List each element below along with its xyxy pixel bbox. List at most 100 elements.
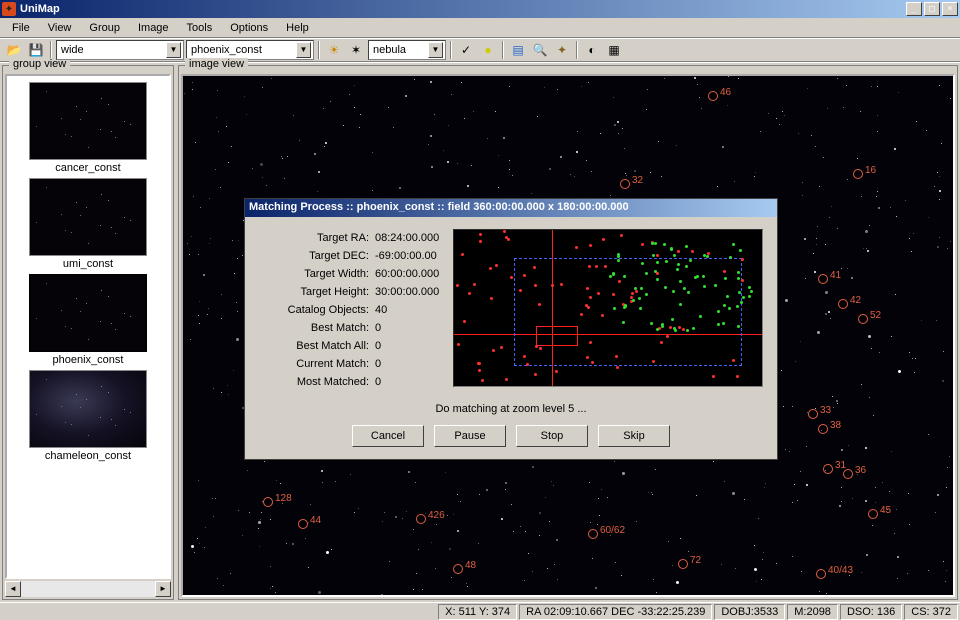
- star: [461, 82, 462, 83]
- image-select[interactable]: phoenix_const ▼: [186, 40, 314, 60]
- skip-button[interactable]: Skip: [598, 425, 670, 447]
- star: [894, 533, 895, 534]
- star: [913, 233, 914, 234]
- image-point: [555, 370, 558, 373]
- catalog-point: [624, 304, 627, 307]
- sun-icon-button[interactable]: ☀: [324, 40, 344, 60]
- star: [221, 294, 222, 295]
- minimize-button[interactable]: _: [906, 2, 922, 16]
- star: [213, 388, 214, 389]
- star: [198, 254, 199, 255]
- list-item[interactable]: umi_const: [29, 178, 147, 270]
- group-view-title: group view: [9, 58, 70, 72]
- star: [813, 253, 814, 254]
- object-label: 426: [428, 510, 445, 521]
- close-button[interactable]: ×: [942, 2, 958, 16]
- star: [418, 549, 419, 550]
- dialog-row-label: Target Width:: [259, 268, 375, 280]
- image-point: [589, 244, 592, 247]
- check-button[interactable]: ✓: [456, 40, 476, 60]
- catalog-point: [613, 307, 616, 310]
- star: [785, 299, 788, 302]
- star: [281, 156, 282, 157]
- star: [238, 510, 239, 511]
- object-marker: [678, 559, 688, 569]
- list-item[interactable]: phoenix_const: [29, 274, 147, 366]
- group-view-list[interactable]: cancer_const umi_const phoenix_const cha…: [5, 74, 171, 579]
- matching-dialog: Matching Process :: phoenix_const :: fie…: [244, 198, 778, 460]
- star: [270, 519, 271, 520]
- star: [293, 115, 294, 116]
- star: [868, 335, 871, 338]
- star: [896, 509, 897, 510]
- list-item[interactable]: cancer_const: [29, 82, 147, 174]
- star: [697, 84, 698, 85]
- scroll-left-button[interactable]: ◄: [5, 581, 21, 597]
- image-point: [463, 320, 466, 323]
- star: [764, 487, 765, 488]
- window-title: UniMap: [20, 3, 906, 15]
- menu-view[interactable]: View: [40, 20, 80, 36]
- star: [763, 552, 764, 553]
- maximize-button[interactable]: □: [924, 2, 940, 16]
- scroll-track[interactable]: [21, 581, 155, 597]
- star: [614, 461, 615, 462]
- status-xy: X: 511 Y: 374: [438, 604, 517, 620]
- group-view-hscroll[interactable]: ◄ ►: [5, 581, 171, 597]
- pause-button[interactable]: Pause: [434, 425, 506, 447]
- star: [236, 302, 237, 303]
- star: [503, 137, 505, 139]
- star: [471, 165, 472, 166]
- search-button[interactable]: 🔍: [530, 40, 550, 60]
- catalog-point: [665, 260, 668, 263]
- star: [625, 173, 626, 174]
- list-button[interactable]: ▤: [508, 40, 528, 60]
- star: [926, 130, 927, 131]
- star: [498, 187, 499, 188]
- star: [827, 108, 828, 109]
- star: [230, 573, 231, 574]
- menu-image[interactable]: Image: [130, 20, 177, 36]
- status-m: M:2098: [787, 604, 838, 620]
- pin-button[interactable]: ✦: [552, 40, 572, 60]
- star: [246, 114, 247, 115]
- star: [524, 580, 525, 581]
- open-button[interactable]: 📂: [4, 40, 24, 60]
- catalog-point: [670, 248, 673, 251]
- star: [259, 546, 260, 547]
- list-item[interactable]: chameleon_const: [29, 370, 147, 462]
- star: [413, 529, 414, 530]
- menu-tools[interactable]: Tools: [179, 20, 221, 36]
- star: [264, 461, 265, 462]
- grid-button[interactable]: ▦: [604, 40, 624, 60]
- star: [650, 172, 651, 173]
- yellow-dot-button[interactable]: ●: [478, 40, 498, 60]
- stop-button[interactable]: Stop: [516, 425, 588, 447]
- group-select[interactable]: wide ▼: [56, 40, 184, 60]
- menu-help[interactable]: Help: [278, 20, 317, 36]
- scroll-right-button[interactable]: ►: [155, 581, 171, 597]
- star: [539, 512, 541, 514]
- star-icon-button[interactable]: ✶: [346, 40, 366, 60]
- menu-options[interactable]: Options: [222, 20, 276, 36]
- save-button[interactable]: 💾: [26, 40, 46, 60]
- star: [668, 541, 669, 542]
- star: [354, 85, 355, 86]
- image-point: [523, 355, 526, 358]
- cancel-button[interactable]: Cancel: [352, 425, 424, 447]
- star: [326, 551, 329, 554]
- menu-group[interactable]: Group: [81, 20, 128, 36]
- theme-button[interactable]: ◐: [582, 40, 602, 60]
- star: [863, 248, 864, 249]
- catalog-point: [706, 255, 709, 258]
- star: [549, 521, 550, 522]
- thumbnail-image: [29, 178, 147, 256]
- star: [234, 273, 235, 274]
- star: [413, 589, 414, 590]
- search-type-select[interactable]: nebula ▼: [368, 40, 446, 60]
- star: [782, 111, 783, 112]
- star: [800, 341, 801, 342]
- statusbar: X: 511 Y: 374 RA 02:09:10.667 DEC -33:22…: [0, 602, 960, 620]
- menu-file[interactable]: File: [4, 20, 38, 36]
- star: [261, 512, 262, 513]
